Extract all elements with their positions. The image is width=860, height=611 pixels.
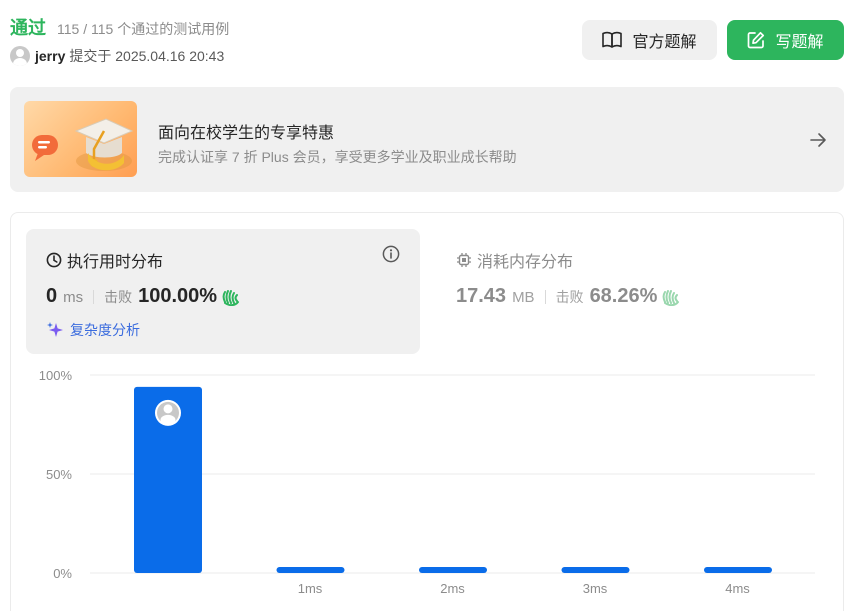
banner-subtitle: 完成认证享 7 折 Plus 会员，享受更多学业及职业成长帮助	[158, 149, 517, 165]
complexity-analysis-link[interactable]: 复杂度分析	[46, 320, 140, 340]
divider	[93, 289, 95, 304]
runtime-value: 0	[46, 285, 58, 307]
edit-icon	[748, 31, 765, 49]
info-icon[interactable]	[382, 245, 400, 263]
memory-beats-percent: 68.26%	[589, 285, 658, 307]
clap-icon	[222, 289, 240, 306]
memory-card[interactable]: 消耗内存分布 17.43 MB 击败 68.26%	[456, 229, 826, 354]
runtime-card[interactable]: 执行用时分布 0 ms 击败 100.00% 复杂度分析	[26, 229, 420, 354]
submitter-line: jerry 提交于 2025.04.16 20:43	[10, 46, 224, 66]
memory-value: 17.43	[456, 285, 507, 307]
runtime-metric: 0 ms 击败 100.00%	[46, 285, 241, 308]
memory-unit: MB	[512, 289, 535, 306]
clock-icon	[46, 252, 62, 268]
divider	[544, 289, 546, 304]
status-title: 通过	[10, 18, 46, 38]
memory-title: 消耗内存分布	[477, 254, 574, 271]
memory-metric: 17.43 MB 击败 68.26%	[456, 285, 681, 308]
arrow-right-icon[interactable]	[808, 130, 828, 150]
status-line: 通过 115 / 115 个通过的测试用例	[10, 14, 229, 40]
runtime-title: 执行用时分布	[67, 254, 164, 271]
runtime-beats-percent: 100.00%	[138, 285, 218, 307]
cases-summary: 115 / 115 个通过的测试用例	[57, 21, 230, 37]
chart-bar[interactable]	[561, 567, 630, 573]
chart-bar[interactable]	[134, 386, 202, 573]
runtime-title-row: 执行用时分布	[46, 248, 163, 272]
book-open-icon	[602, 31, 623, 48]
username[interactable]: jerry	[35, 48, 65, 64]
write-solution-label: 写题解	[775, 34, 824, 51]
submission-header: 通过 115 / 115 个通过的测试用例 jerry 提交于 2025.04.…	[10, 14, 850, 70]
chip-icon	[457, 253, 471, 267]
sparkle-icon	[47, 322, 63, 337]
graduation-cap-illustration	[24, 101, 137, 177]
student-offer-banner[interactable]: 面向在校学生的专享特惠 完成认证享 7 折 Plus 会员，享受更多学业及职业成…	[10, 87, 844, 192]
runtime-unit: ms	[63, 289, 84, 306]
clap-icon	[662, 289, 680, 306]
chart-bar[interactable]	[704, 567, 772, 573]
submit-time: 提交于 2025.04.16 20:43	[69, 48, 225, 64]
runtime-beats-label: 击败	[104, 289, 133, 305]
chart-bar[interactable]	[419, 567, 487, 573]
memory-title-row: 消耗内存分布	[456, 248, 573, 272]
write-solution-button[interactable]: 写题解	[727, 20, 844, 60]
memory-beats-label: 击败	[555, 289, 584, 305]
avatar[interactable]	[10, 46, 30, 66]
chart-bar[interactable]	[276, 567, 345, 573]
complexity-analysis-label: 复杂度分析	[70, 322, 140, 338]
official-solution-label: 官方题解	[632, 34, 697, 51]
official-solution-button[interactable]: 官方题解	[582, 20, 717, 60]
banner-title: 面向在校学生的专享特惠	[158, 125, 335, 142]
